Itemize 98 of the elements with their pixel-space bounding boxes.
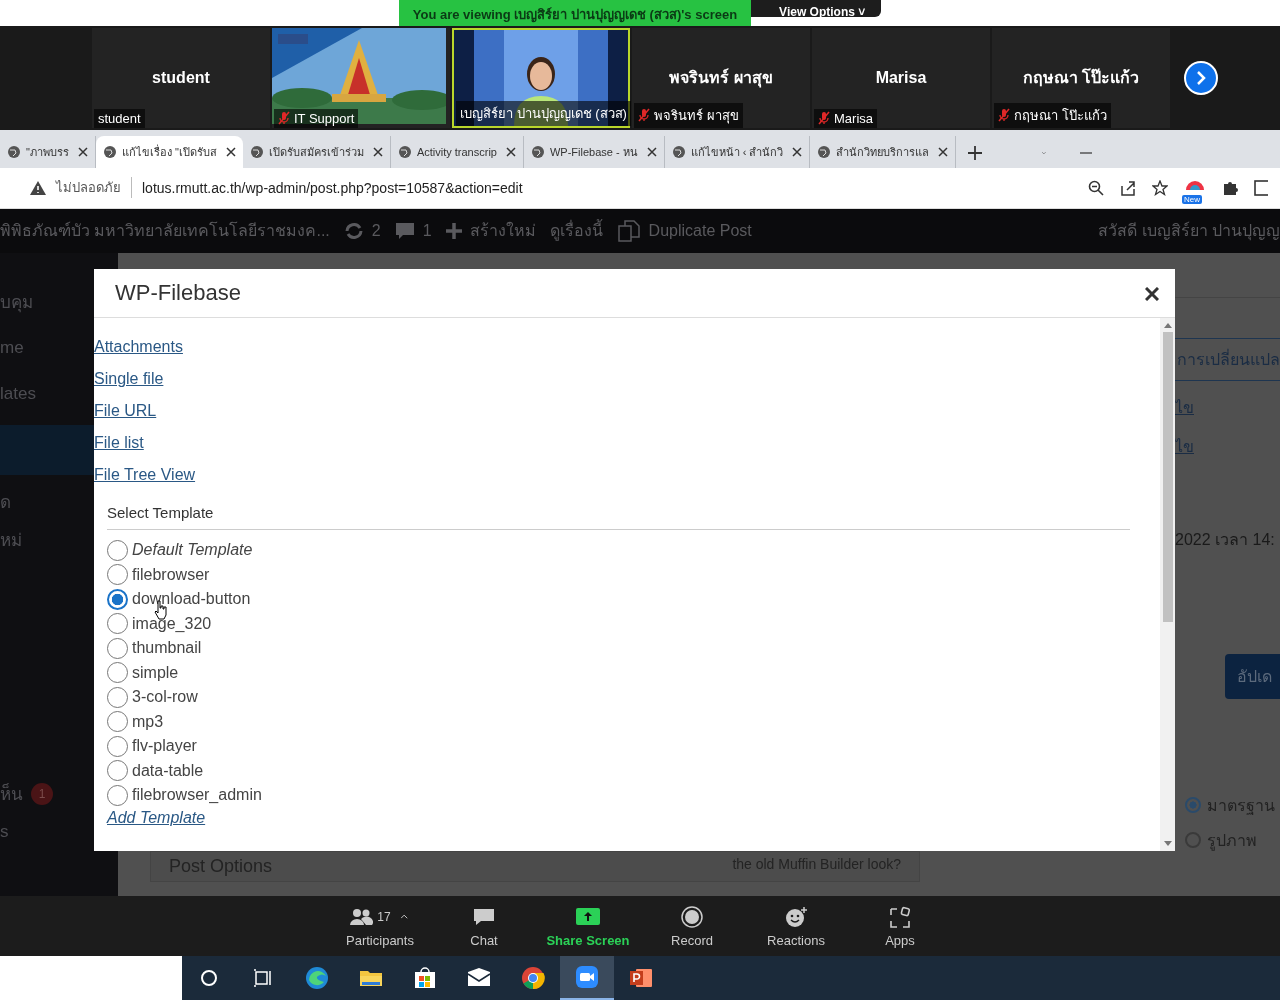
participant-name: student bbox=[152, 68, 210, 87]
insert-link[interactable]: Single file bbox=[94, 369, 164, 402]
sidebar-icon[interactable] bbox=[1254, 179, 1268, 196]
browser-tab[interactable]: "ภาพบรร bbox=[0, 135, 96, 168]
security-label[interactable]: ไม่ปลอดภัย bbox=[56, 177, 132, 199]
close-icon[interactable] bbox=[646, 146, 657, 157]
puzzle-icon[interactable] bbox=[1222, 179, 1238, 196]
url-field[interactable]: lotus.rmutt.ac.th/wp-admin/post.php?post=10587&action=edit bbox=[142, 179, 1078, 196]
browser-tab[interactable]: Activity transcrip bbox=[390, 135, 524, 168]
participant-name: Marisa bbox=[875, 68, 927, 87]
section-title: Select Template bbox=[107, 503, 1130, 530]
participant-label: กฤษณา โป๊ะแก้ว bbox=[994, 102, 1111, 128]
participant-label: IT Support bbox=[274, 108, 359, 128]
warning-icon bbox=[30, 180, 46, 195]
template-radio[interactable] bbox=[107, 686, 128, 708]
template-radio[interactable] bbox=[107, 539, 128, 561]
template-radio[interactable] bbox=[107, 637, 128, 659]
meeting-control[interactable]: Apps bbox=[851, 900, 949, 953]
chevron-right-icon bbox=[1194, 69, 1208, 86]
apps-icon bbox=[888, 905, 912, 928]
participant-label: Marisa bbox=[814, 108, 877, 128]
insert-link[interactable]: Attachments bbox=[94, 337, 183, 370]
template-label[interactable]: 3-col-row bbox=[132, 688, 198, 706]
record-icon bbox=[680, 905, 704, 928]
close-icon[interactable] bbox=[505, 146, 516, 157]
browser-tab[interactable]: สำนักวิทยบริการแล bbox=[810, 135, 957, 168]
template-radio[interactable] bbox=[107, 735, 128, 757]
template-label[interactable]: download-button bbox=[132, 590, 251, 608]
browser-tab[interactable]: WP-Filebase - หน bbox=[523, 135, 665, 168]
insert-link[interactable]: File list bbox=[94, 433, 144, 466]
close-icon[interactable] bbox=[225, 146, 236, 157]
edge-icon[interactable] bbox=[305, 966, 329, 990]
copy-icon bbox=[616, 219, 641, 242]
scroll-up-icon[interactable] bbox=[1163, 321, 1172, 328]
template-label[interactable]: image_320 bbox=[132, 614, 212, 633]
template-label[interactable]: Default Template bbox=[132, 541, 253, 559]
next-page-button[interactable] bbox=[1184, 60, 1218, 95]
plus-icon bbox=[445, 222, 462, 239]
close-icon[interactable] bbox=[938, 146, 949, 157]
participant-name: กฤษณา โป๊ะแก้ว bbox=[1022, 67, 1140, 89]
format-radio[interactable] bbox=[1185, 797, 1201, 814]
zoom-icon[interactable] bbox=[1088, 179, 1104, 196]
participant-count: 17 bbox=[377, 908, 391, 925]
meeting-control[interactable]: Chat bbox=[435, 900, 533, 953]
close-icon[interactable] bbox=[77, 146, 88, 157]
template-radio[interactable] bbox=[107, 760, 128, 781]
plus-icon[interactable] bbox=[968, 145, 983, 160]
close-icon[interactable] bbox=[372, 146, 383, 157]
browser-tab[interactable]: เปิดรับสมัครเข้าร่วม bbox=[242, 135, 391, 168]
muted-mic-icon bbox=[998, 108, 1010, 123]
comment-icon bbox=[394, 221, 415, 240]
share-screen-icon bbox=[576, 905, 600, 928]
participant-label: student bbox=[94, 108, 145, 128]
template-label[interactable]: simple bbox=[132, 663, 179, 682]
template-radio[interactable] bbox=[107, 613, 128, 634]
template-label[interactable]: mp3 bbox=[132, 712, 164, 731]
scroll-down-icon[interactable] bbox=[1163, 840, 1172, 847]
video-camera-icon[interactable] bbox=[575, 965, 599, 989]
star-icon[interactable] bbox=[1152, 179, 1168, 196]
slides-icon[interactable] bbox=[629, 966, 653, 990]
taskbar-button[interactable] bbox=[560, 956, 614, 1000]
chrome-icon[interactable] bbox=[521, 966, 545, 990]
meeting-control[interactable]: Reactions bbox=[747, 900, 845, 953]
browser-tab[interactable]: แก้ไขเรื่อง "เปิดรับส bbox=[95, 135, 243, 168]
scrollbar[interactable] bbox=[1160, 317, 1175, 851]
insert-link[interactable]: File Tree View bbox=[94, 465, 196, 498]
smiley-icon bbox=[784, 905, 808, 928]
dialog-title: WP-Filebase bbox=[115, 279, 241, 306]
template-radio[interactable] bbox=[107, 588, 128, 610]
template-label[interactable]: filebrowser_admin bbox=[132, 786, 262, 804]
screen-share-banner: You are viewing เบญสิร์ยา ปานปุญญเดช (สวส)'s screen bbox=[398, 0, 752, 26]
close-icon bbox=[1145, 286, 1159, 301]
share-icon[interactable] bbox=[1120, 179, 1136, 196]
add-template-link[interactable]: Add Template bbox=[107, 809, 206, 828]
template-label[interactable]: thumbnail bbox=[132, 639, 202, 657]
template-radio[interactable] bbox=[107, 711, 128, 732]
view-options-button[interactable]: View Options ˅ bbox=[751, 0, 882, 17]
browser-tab[interactable]: แก้ไขหน้า ‹ สำนักวิ bbox=[664, 135, 811, 168]
participant-name: พจรินทร์ ผาสุข bbox=[669, 67, 773, 90]
meeting-control[interactable]: Share Screen bbox=[539, 900, 637, 953]
muted-mic-icon bbox=[818, 111, 830, 126]
close-icon[interactable] bbox=[792, 146, 803, 157]
muted-mic-icon bbox=[278, 111, 290, 126]
store-icon[interactable] bbox=[413, 966, 437, 990]
muted-mic-icon bbox=[638, 108, 650, 123]
template-label[interactable]: data-table bbox=[132, 761, 204, 780]
new-badge: New bbox=[1182, 194, 1202, 204]
meeting-control[interactable]: 17 Participants bbox=[331, 900, 429, 953]
meeting-control[interactable]: Record bbox=[643, 900, 741, 953]
template-label[interactable]: flv-player bbox=[132, 737, 197, 755]
insert-link[interactable]: File URL bbox=[94, 401, 157, 434]
participant-label: เบญสิร์ยา ปานปุญญเดช (สวส) bbox=[456, 100, 631, 126]
participant-label: พจรินทร์ ผาสุข bbox=[634, 102, 743, 128]
template-label[interactable]: filebrowser bbox=[132, 565, 210, 584]
template-radio[interactable] bbox=[107, 662, 128, 683]
template-radio[interactable] bbox=[107, 784, 128, 806]
template-radio[interactable] bbox=[107, 564, 128, 585]
refresh-icon bbox=[343, 221, 364, 240]
